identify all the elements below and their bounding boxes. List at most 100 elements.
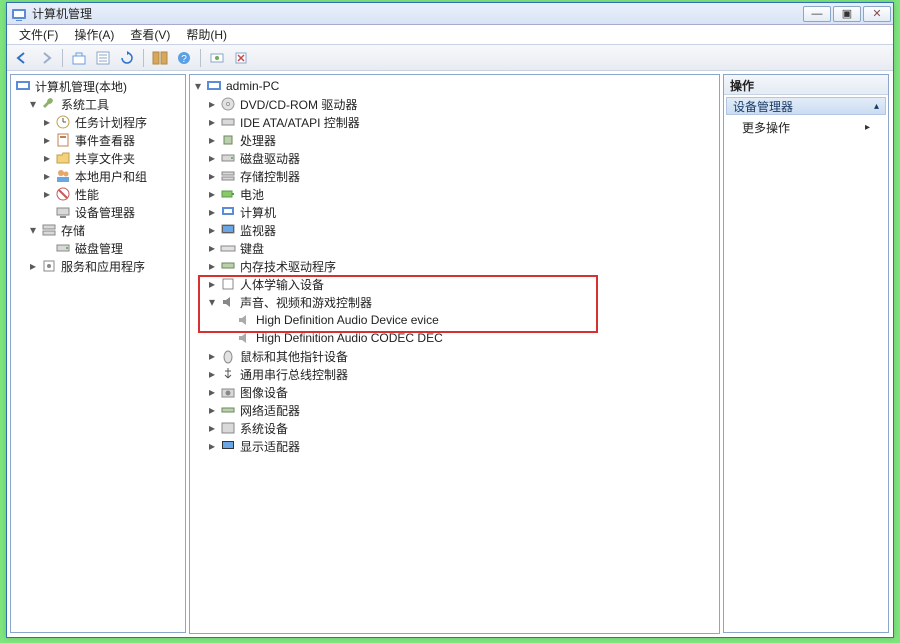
expand-icon[interactable]: ▸ <box>41 188 53 200</box>
expand-icon[interactable]: ▸ <box>206 170 218 182</box>
expand-icon[interactable]: ▸ <box>206 116 218 128</box>
dev-network[interactable]: ▸网络适配器 <box>190 401 719 419</box>
dev-display[interactable]: ▸显示适配器 <box>190 437 719 455</box>
nav-forward-button[interactable] <box>35 48 57 68</box>
tree-system-tools[interactable]: ▾ 系统工具 <box>11 95 185 113</box>
dev-root[interactable]: ▾ admin-PC <box>190 77 719 95</box>
tree-device-manager[interactable]: 设备管理器 <box>11 203 185 221</box>
tree-disk-mgmt[interactable]: 磁盘管理 <box>11 239 185 257</box>
dev-hid[interactable]: ▸人体学输入设备 <box>190 275 719 293</box>
device-tree-pane[interactable]: ▾ admin-PC ▸DVD/CD-ROM 驱动器 ▸IDE ATA/ATAP… <box>189 74 720 634</box>
shared-folder-icon <box>55 150 71 166</box>
expand-icon[interactable]: ▸ <box>206 422 218 434</box>
dev-mouse[interactable]: ▸鼠标和其他指针设备 <box>190 347 719 365</box>
actions-pane: 操作 设备管理器 ▴ 更多操作 ▸ <box>723 74 889 633</box>
tree-storage[interactable]: ▾ 存储 <box>11 221 185 239</box>
expand-icon[interactable]: ▸ <box>206 386 218 398</box>
keyboard-icon <box>220 240 236 256</box>
dev-dvd[interactable]: ▸DVD/CD-ROM 驱动器 <box>190 95 719 113</box>
dev-keyboard[interactable]: ▸键盘 <box>190 239 719 257</box>
tree-label: 磁盘驱动器 <box>240 150 300 167</box>
tree-services-apps[interactable]: ▸ 服务和应用程序 <box>11 257 185 275</box>
help-button[interactable]: ? <box>173 48 195 68</box>
actions-section[interactable]: 设备管理器 ▴ <box>726 97 886 115</box>
uninstall-button[interactable] <box>230 48 252 68</box>
dev-monitor[interactable]: ▸监视器 <box>190 221 719 239</box>
tree-task-scheduler[interactable]: ▸ 任务计划程序 <box>11 113 185 131</box>
dev-sound-device-2[interactable]: High Definition Audio CODEC DEC <box>190 329 719 347</box>
toolbar: ? <box>7 45 893 71</box>
tree-performance[interactable]: ▸ 性能 <box>11 185 185 203</box>
battery-icon <box>220 186 236 202</box>
computer-icon <box>206 78 222 94</box>
expand-icon[interactable]: ▸ <box>41 116 53 128</box>
expand-icon[interactable]: ▸ <box>206 242 218 254</box>
device-mgr-icon <box>55 204 71 220</box>
refresh-button[interactable] <box>116 48 138 68</box>
dev-memory[interactable]: ▸内存技术驱动程序 <box>190 257 719 275</box>
expand-icon[interactable]: ▸ <box>41 134 53 146</box>
tree-label: 存储控制器 <box>240 168 300 185</box>
expand-icon[interactable]: ▸ <box>206 350 218 362</box>
tree-event-viewer[interactable]: ▸ 事件查看器 <box>11 131 185 149</box>
actions-more[interactable]: 更多操作 ▸ <box>724 115 888 140</box>
tree-local-users[interactable]: ▸ 本地用户和组 <box>11 167 185 185</box>
storage-icon <box>41 222 57 238</box>
expand-icon[interactable]: ▸ <box>206 404 218 416</box>
chevron-up-icon: ▴ <box>874 101 879 112</box>
collapse-icon[interactable]: ▾ <box>206 296 218 308</box>
dev-sound[interactable]: ▾声音、视频和游戏控制器 <box>190 293 719 311</box>
expand-icon[interactable]: ▸ <box>206 278 218 290</box>
expand-icon[interactable]: ▸ <box>206 368 218 380</box>
collapse-icon[interactable]: ▾ <box>27 224 39 236</box>
menu-action[interactable]: 操作(A) <box>66 25 122 44</box>
tree-shared-folders[interactable]: ▸ 共享文件夹 <box>11 149 185 167</box>
dev-storage-ctrl[interactable]: ▸ 存储控制器 <box>190 167 719 185</box>
expand-icon[interactable]: ▸ <box>206 188 218 200</box>
nav-back-button[interactable] <box>11 48 33 68</box>
dev-imaging[interactable]: ▸图像设备 <box>190 383 719 401</box>
dev-disk[interactable]: ▸ 磁盘驱动器 <box>190 149 719 167</box>
expand-icon[interactable]: ▸ <box>41 170 53 182</box>
tree-label: 系统设备 <box>240 420 288 437</box>
dev-sound-device-1[interactable]: High Definition Audio Device evice <box>190 311 719 329</box>
show-hide-tree-button[interactable] <box>149 48 171 68</box>
up-level-button[interactable] <box>68 48 90 68</box>
menu-file[interactable]: 文件(F) <box>11 25 66 44</box>
properties-button[interactable] <box>92 48 114 68</box>
tree-label: 计算机 <box>240 204 276 221</box>
close-button[interactable]: ✕ <box>863 6 891 22</box>
expand-icon[interactable]: ▸ <box>206 134 218 146</box>
dev-computer[interactable]: ▸ 计算机 <box>190 203 719 221</box>
expand-icon[interactable]: ▸ <box>206 224 218 236</box>
left-tree-pane[interactable]: 计算机管理(本地) ▾ 系统工具 ▸ 任务计划程序 ▸ 事件查看器 <box>10 74 186 633</box>
expand-icon[interactable]: ▸ <box>206 440 218 452</box>
expand-icon[interactable]: ▸ <box>27 260 39 272</box>
expand-icon[interactable]: ▸ <box>206 260 218 272</box>
menu-help[interactable]: 帮助(H) <box>178 25 235 44</box>
minimize-button[interactable]: — <box>803 6 831 22</box>
tree-label: 事件查看器 <box>75 132 135 149</box>
scan-hardware-button[interactable] <box>206 48 228 68</box>
services-icon <box>41 258 57 274</box>
cpu-icon <box>220 132 236 148</box>
expand-icon[interactable]: ▸ <box>206 152 218 164</box>
dev-ide[interactable]: ▸IDE ATA/ATAPI 控制器 <box>190 113 719 131</box>
event-icon <box>55 132 71 148</box>
expand-icon[interactable]: ▸ <box>206 98 218 110</box>
expand-icon[interactable]: ▸ <box>41 152 53 164</box>
dev-usb[interactable]: ▸通用串行总线控制器 <box>190 365 719 383</box>
users-icon <box>55 168 71 184</box>
tree-root-computer-mgmt[interactable]: 计算机管理(本地) <box>11 77 185 95</box>
menu-view[interactable]: 查看(V) <box>122 25 178 44</box>
expand-icon[interactable]: ▸ <box>206 206 218 218</box>
maximize-button[interactable]: ▣ <box>833 6 861 22</box>
titlebar[interactable]: 计算机管理 — ▣ ✕ <box>7 3 893 25</box>
dev-cpu[interactable]: ▸处理器 <box>190 131 719 149</box>
collapse-icon[interactable]: ▾ <box>27 98 39 110</box>
toolbar-separator <box>200 49 201 67</box>
dev-battery[interactable]: ▸电池 <box>190 185 719 203</box>
tree-label: 共享文件夹 <box>75 150 135 167</box>
collapse-icon[interactable]: ▾ <box>192 80 204 92</box>
dev-system[interactable]: ▸ 系统设备 <box>190 419 719 437</box>
